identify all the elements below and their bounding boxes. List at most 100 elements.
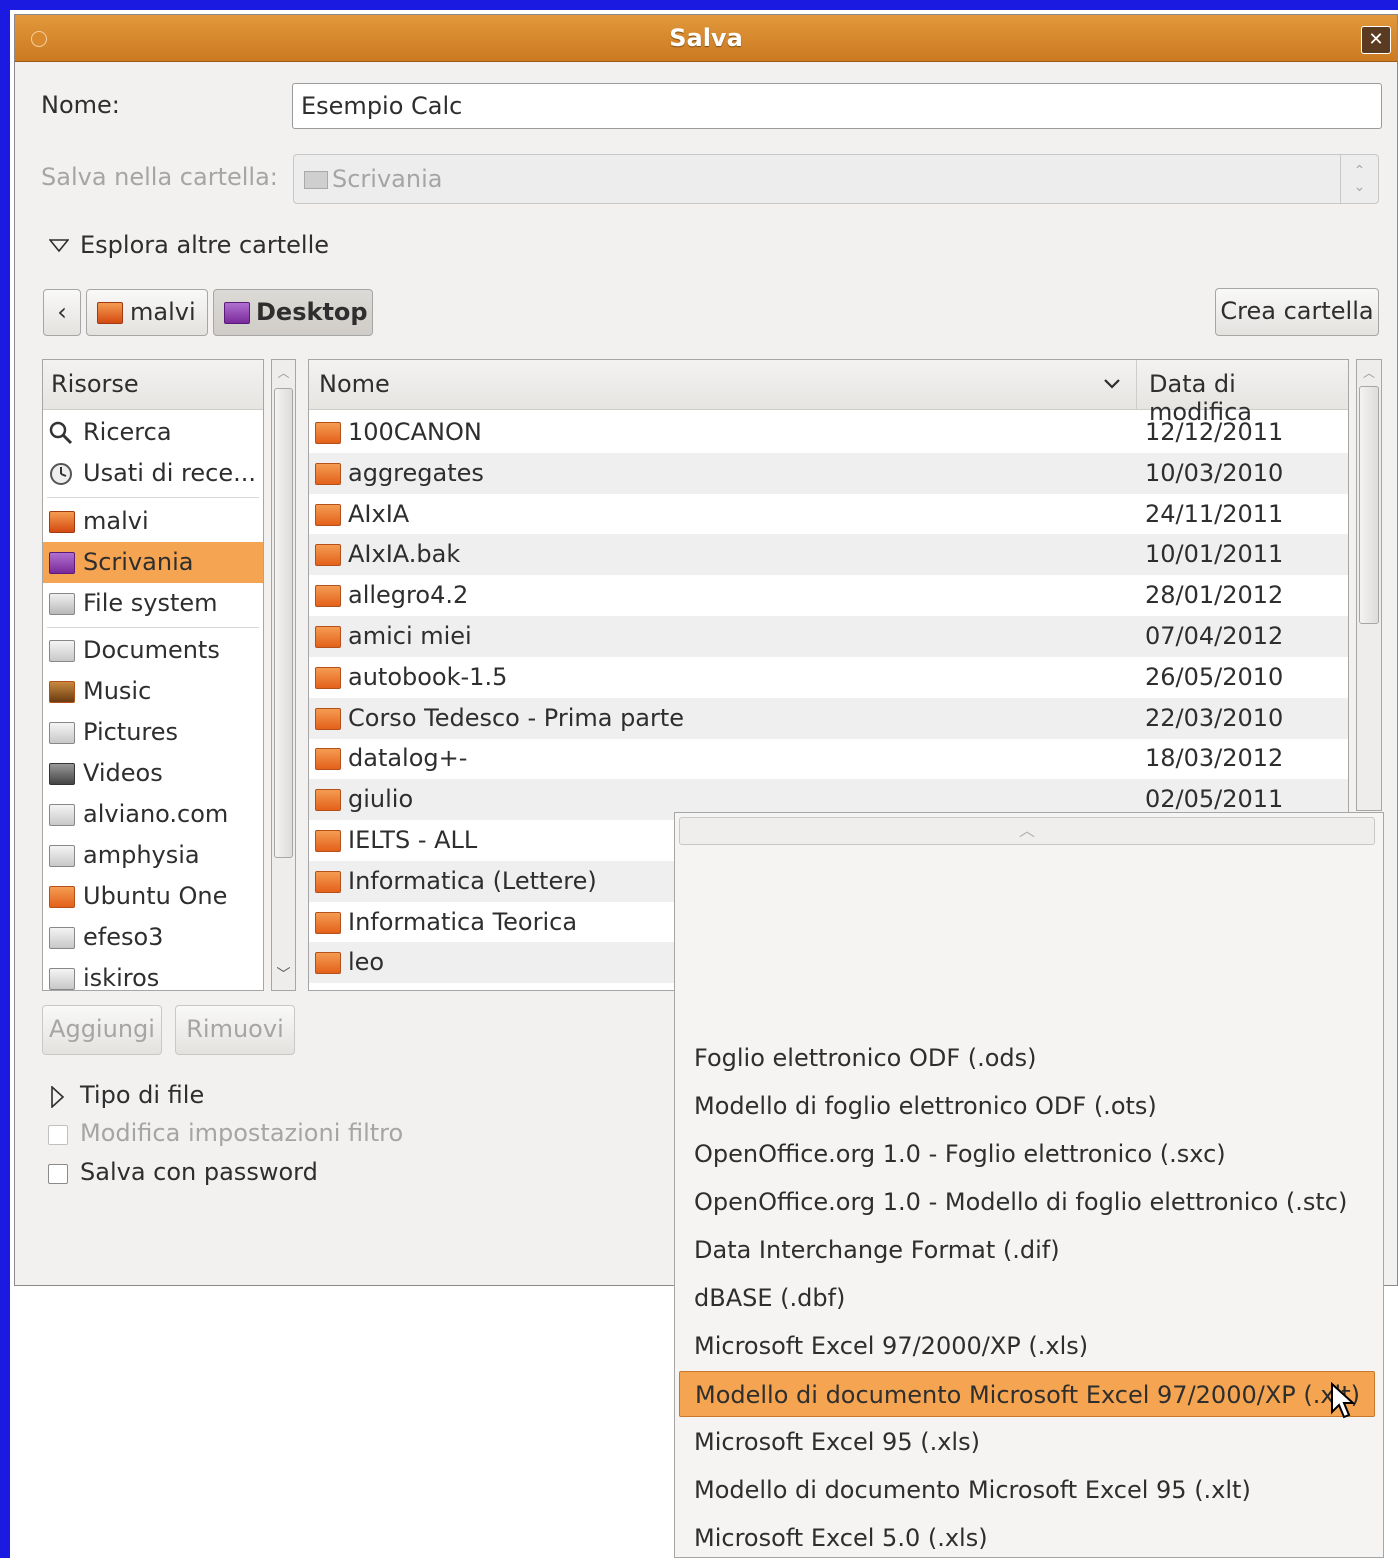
filename-input[interactable] [292,83,1382,129]
file-row[interactable]: allegro4.2 28/01/2012 [309,575,1348,616]
expander-closed-icon[interactable] [51,1086,65,1108]
file-name: autobook-1.5 [348,662,508,691]
folder-icon [49,886,75,908]
file-type-menu-item[interactable]: Data Interchange Format (.dif) [679,1227,1375,1273]
network-folder-icon [49,968,75,990]
folder-icon [315,789,341,812]
file-name: allegro4.2 [348,581,469,610]
music-folder-icon [49,681,75,703]
place-item-documents[interactable]: Documents [43,630,263,671]
place-item-pictures[interactable]: Pictures [43,712,263,753]
place-item-filesystem[interactable]: File system [43,583,263,624]
create-folder-button[interactable]: Crea cartella [1215,288,1379,336]
close-button[interactable]: ✕ [1361,26,1391,54]
file-type-menu-item[interactable]: Foglio elettronico ODF (.ods) [679,1035,1375,1081]
browse-folders-expander[interactable]: Esplora altre cartelle [80,231,329,259]
file-type-menu-item[interactable]: OpenOffice.org 1.0 - Modello di foglio e… [679,1179,1375,1225]
place-item-bookmark[interactable]: amphysia [43,835,263,876]
place-item-bookmark[interactable]: efeso3 [43,917,263,958]
filter-settings-label: Modifica impostazioni filtro [80,1119,404,1147]
documents-folder-icon [49,640,75,662]
place-item-recent[interactable]: Usati di rece... [43,453,263,494]
create-folder-label: Crea cartella [1220,297,1374,325]
folder-icon [315,748,341,771]
name-label: Nome: [41,91,120,119]
combo-arrows-icon: ⌃ ⌄ [1340,155,1378,203]
menu-scroll-up-icon[interactable]: ︿ [679,817,1375,845]
places-header[interactable]: Risorse [43,360,263,410]
place-label: iskiros [83,964,160,991]
path-crumb-desktop[interactable]: Desktop [213,289,373,336]
title-bar[interactable]: Salva ✕ [15,15,1397,62]
file-date: 24/11/2011 [1145,499,1284,528]
places-scroll-thumb[interactable] [274,388,293,858]
desktop-icon [224,302,250,324]
dialog-title: Salva [669,24,743,52]
file-row[interactable]: datalog+- 18/03/2012 [309,738,1348,779]
file-type-menu-item[interactable]: Microsoft Excel 97/2000/XP (.xls) [679,1323,1375,1369]
place-label: Usati di rece... [83,459,256,487]
place-label: efeso3 [83,923,164,951]
file-list-scroll-thumb[interactable] [1359,386,1379,624]
network-folder-icon [49,845,75,867]
network-folder-icon [49,804,75,826]
folder-icon [315,707,341,730]
file-type-menu-item[interactable]: dBASE (.dbf) [679,1275,1375,1321]
column-header-name[interactable]: Nome [309,360,1136,410]
save-password-checkbox[interactable] [48,1164,68,1184]
file-type-menu-item[interactable]: Modello di foglio elettronico ODF (.ots) [679,1083,1375,1129]
file-name: amici miei [348,622,472,650]
file-list-scrollbar[interactable]: ︿ [1356,359,1382,811]
folder-icon [315,830,341,852]
place-item-videos[interactable]: Videos [43,753,263,794]
column-header-date[interactable]: Data di modifica [1136,360,1348,426]
file-type-menu-item[interactable]: Modello di documento Microsoft Excel 97/… [679,1371,1375,1417]
place-item-bookmark[interactable]: iskiros [43,958,263,991]
filter-settings-checkbox[interactable] [48,1125,68,1145]
file-type-menu: ︿ Foglio elettronico ODF (.ods) Modello d… [674,812,1384,1558]
file-type-menu-item[interactable]: Microsoft Excel 95 (.xls) [679,1419,1375,1465]
folder-icon [315,911,341,934]
scroll-down-icon[interactable]: ﹀ [275,964,292,984]
scroll-up-icon[interactable]: ︿ [1360,364,1378,381]
save-folder-combo[interactable]: Scrivania ⌃ ⌄ [293,154,1379,204]
file-row[interactable]: amici miei 07/04/2012 [309,616,1348,657]
file-type-menu-item[interactable]: Microsoft Excel 5.0 (.xls) [679,1515,1375,1561]
file-type-expander[interactable]: Tipo di file [80,1081,204,1109]
file-row[interactable]: autobook-1.5 26/05/2010 [309,657,1348,698]
file-type-menu-item[interactable]: Modello di documento Microsoft Excel 95 … [679,1467,1375,1513]
file-date: 12/12/2011 [1145,418,1284,446]
place-item-bookmark[interactable]: alviano.com [43,794,263,835]
file-date: 18/03/2012 [1145,744,1284,773]
file-row[interactable]: aggregates 10/03/2010 [309,452,1348,494]
place-item-music[interactable]: Music [43,671,263,712]
folder-icon [315,585,341,608]
remove-bookmark-button[interactable]: Rimuovi [175,1005,295,1055]
scroll-up-icon[interactable]: ︿ [275,364,292,381]
place-item-search[interactable]: Ricerca [43,412,263,453]
folder-icon [315,626,341,648]
folder-icon [315,503,341,526]
file-type-menu-item[interactable]: OpenOffice.org 1.0 - Foglio elettronico … [679,1131,1375,1177]
desktop-frame-top [0,0,1398,10]
places-scrollbar[interactable]: ︿ ﹀ [271,359,296,991]
file-row[interactable]: Corso Tedesco - Prima parte 22/03/2010 [309,697,1348,739]
add-bookmark-button[interactable]: Aggiungi [42,1005,162,1055]
file-date: 26/05/2010 [1145,662,1284,691]
path-back-button[interactable]: ‹ [43,289,81,336]
save-folder-value: Scrivania [332,165,443,193]
place-item-home[interactable]: malvi [43,501,263,542]
file-row[interactable]: 100CANON 12/12/2011 [309,412,1348,453]
file-name: 100CANON [348,418,482,446]
place-label: Documents [83,636,220,664]
expander-open-icon[interactable] [49,239,69,253]
place-label: Ricerca [83,418,172,446]
path-crumb-malvi[interactable]: malvi [86,289,208,336]
file-row[interactable]: AIxIA 24/11/2011 [309,494,1348,535]
file-date: 07/04/2012 [1145,622,1284,650]
place-item-bookmark[interactable]: Ubuntu One [43,876,263,917]
place-label: alviano.com [83,800,229,828]
place-item-desktop[interactable]: Scrivania [43,542,263,583]
separator [47,497,259,498]
file-row[interactable]: AIxIA.bak 10/01/2011 [309,534,1348,576]
